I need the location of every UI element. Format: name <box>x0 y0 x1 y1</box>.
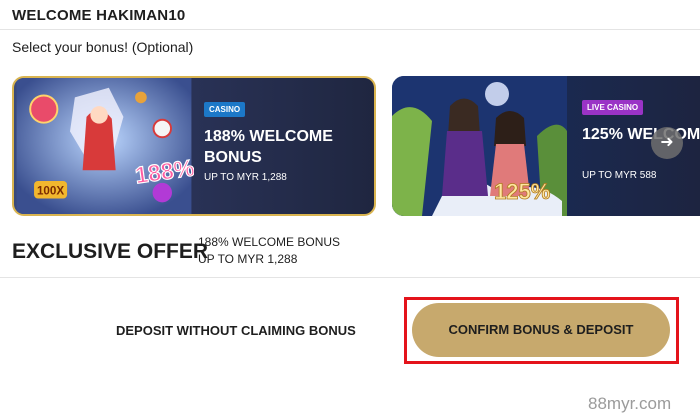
watermark: 88myr.com <box>588 394 672 413</box>
exclusive-offer-description: 188% WELCOME BONUS UP TO MYR 1,288 <box>198 234 340 268</box>
tag-live-casino: LIVE CASINO <box>582 100 644 115</box>
exclusive-offer-label: EXCLUSIVE OFFER <box>12 240 209 263</box>
live-bonus-limit: UP TO MYR 588 <box>582 170 657 181</box>
chevron-right-icon: ➜ <box>660 134 674 151</box>
offer-line-2: UP TO MYR 1,288 <box>198 252 298 266</box>
carousel-next-button[interactable]: ➜ <box>651 127 683 159</box>
casino-bonus-limit: UP TO MYR 1,288 <box>204 172 287 183</box>
tag-casino: CASINO <box>204 102 246 117</box>
casino-art-badge: 100X <box>37 185 64 198</box>
deposit-without-bonus-button[interactable]: DEPOSIT WITHOUT CLAIMING BONUS <box>116 323 356 338</box>
confirm-bonus-deposit-button[interactable]: CONFIRM BONUS & DEPOSIT <box>412 303 670 357</box>
welcome-title: WELCOME HAKIMAN10 <box>12 7 186 24</box>
header-bar: WELCOME HAKIMAN10 <box>0 0 700 30</box>
casino-promo-art: 188% 100X <box>16 78 194 214</box>
bonus-subtitle: Select your bonus! (Optional) <box>12 39 194 55</box>
live-casino-promo-art: 125% <box>392 76 567 216</box>
live-art-percent: 125% <box>494 179 550 204</box>
bonus-card-casino[interactable]: 188% 100X CASINO 188% WELCOME BONUS UP T… <box>12 76 376 216</box>
casino-bonus-title: 188% WELCOME BONUS <box>204 128 333 166</box>
exclusive-offer-row: EXCLUSIVE OFFER 188% WELCOME BONUS UP TO… <box>0 226 700 278</box>
offer-line-1: 188% WELCOME BONUS <box>198 235 341 249</box>
